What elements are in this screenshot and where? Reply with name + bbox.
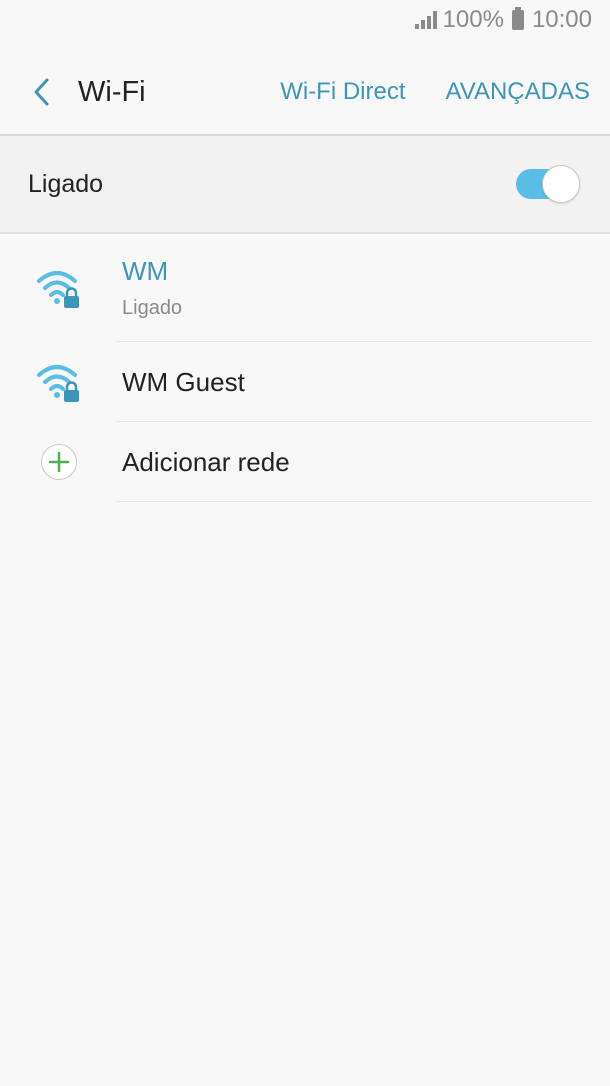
header-actions: Wi-Fi Direct AVANÇADAS <box>280 78 610 106</box>
network-name: WM Guest <box>122 366 245 397</box>
app-bar: Wi-Fi Wi-Fi Direct AVANÇADAS <box>0 50 610 134</box>
wifi-lock-icon <box>0 266 122 310</box>
network-list: WM Ligado WM Guest Adicionar rede <box>0 234 610 502</box>
network-item-wm[interactable]: WM Ligado <box>0 234 610 342</box>
wifi-settings-screen: 100% 10:00 Wi-Fi Wi-Fi Direct AVANÇADAS … <box>0 0 610 1086</box>
wifi-lock-icon <box>0 360 122 404</box>
wifi-toggle[interactable] <box>516 165 580 203</box>
wifi-master-switch-row[interactable]: Ligado <box>0 136 610 232</box>
plus-circle-icon <box>41 444 77 480</box>
network-item-wm-guest[interactable]: WM Guest <box>0 342 610 422</box>
advanced-button[interactable]: AVANÇADAS <box>446 78 590 106</box>
network-status: Ligado <box>122 297 183 319</box>
signal-icon <box>414 11 437 29</box>
status-bar: 100% 10:00 <box>0 0 610 40</box>
chevron-left-icon <box>34 78 49 106</box>
toggle-knob <box>542 165 580 203</box>
clock: 10:00 <box>531 6 592 33</box>
add-network-label: Adicionar rede <box>122 446 290 477</box>
battery-icon <box>511 7 524 30</box>
network-name: WM <box>122 256 169 286</box>
page-title: Wi-Fi <box>78 75 146 108</box>
add-network-item[interactable]: Adicionar rede <box>0 422 610 502</box>
master-switch-label: Ligado <box>28 169 104 198</box>
back-button[interactable] <box>12 62 72 122</box>
list-divider <box>116 501 592 502</box>
wifi-direct-button[interactable]: Wi-Fi Direct <box>280 78 405 106</box>
battery-percent: 100% <box>442 6 504 33</box>
